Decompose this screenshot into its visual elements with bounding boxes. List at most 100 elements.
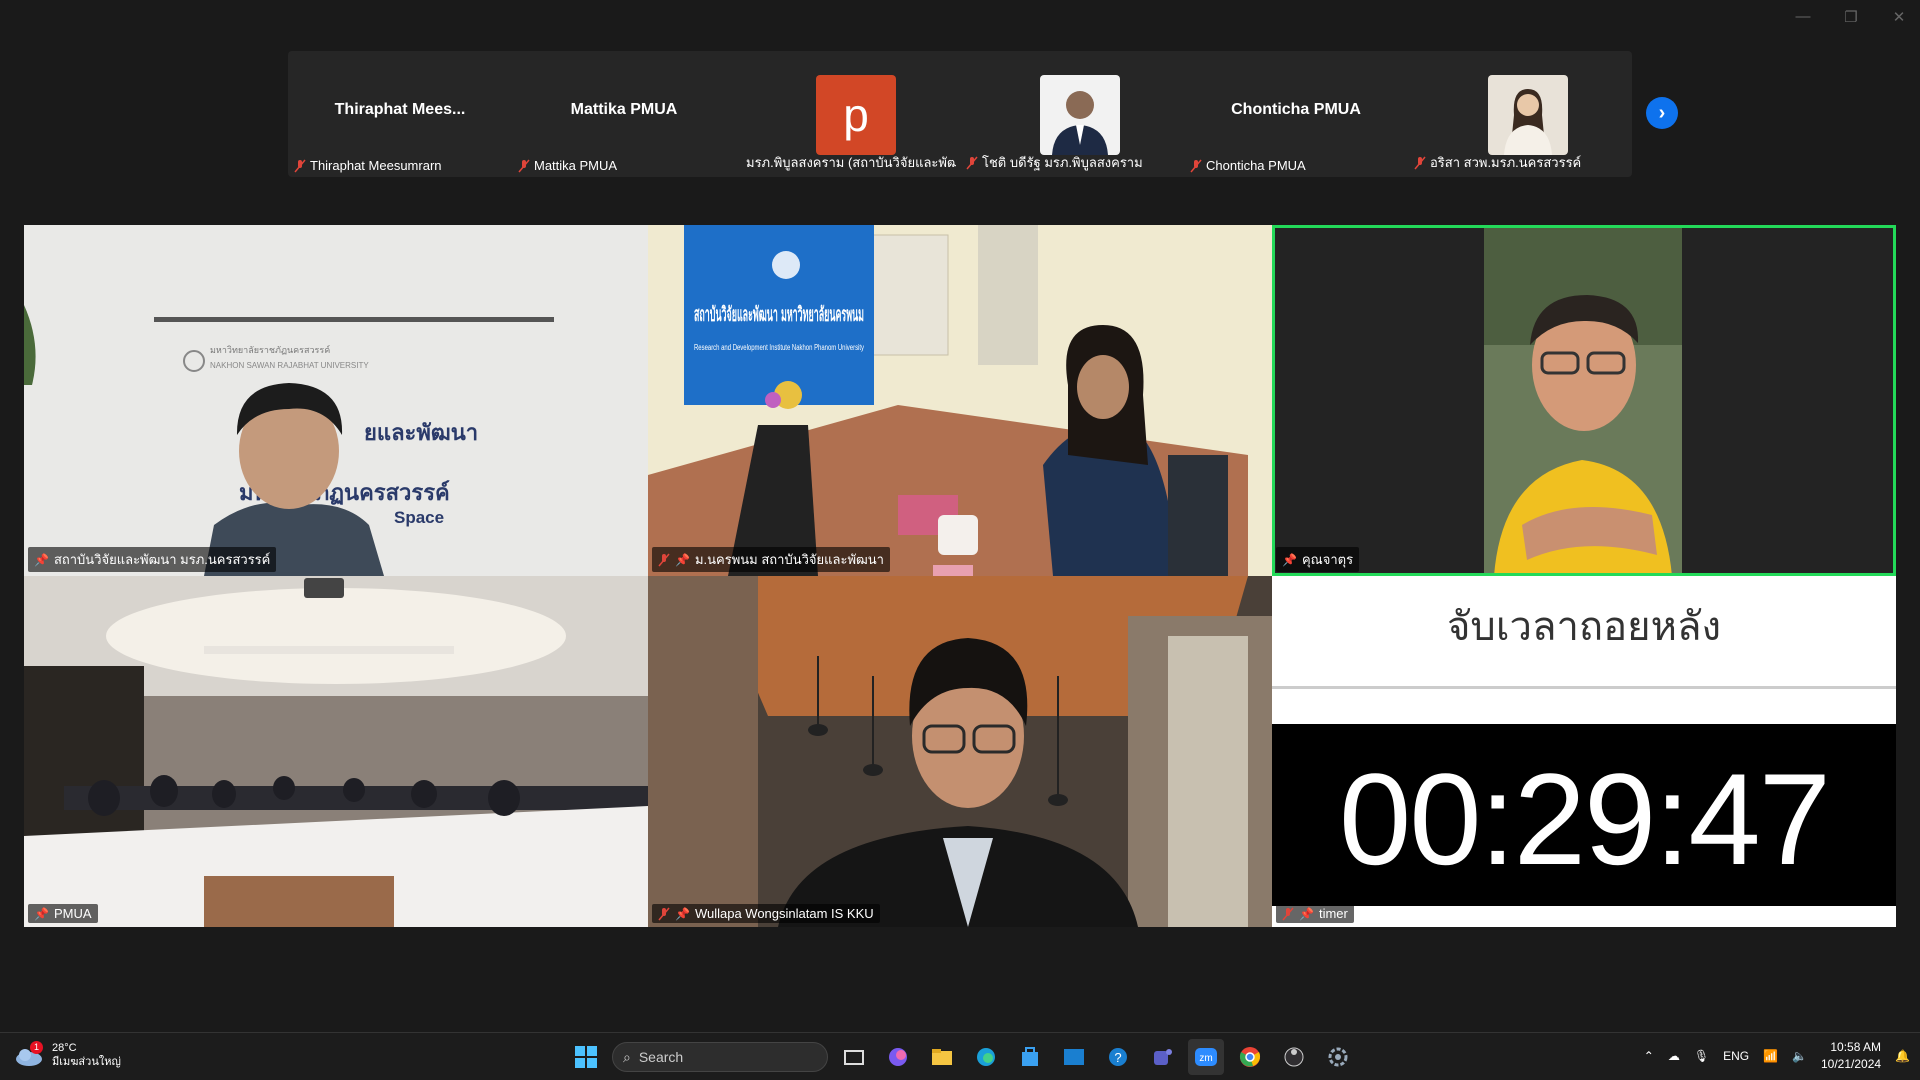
video-feed [24, 576, 648, 927]
notification-badge: 1 [30, 1041, 43, 1054]
cloud-icon: 1 [14, 1041, 44, 1067]
edge-browser-icon[interactable] [968, 1039, 1004, 1075]
countdown-display: 00:29:47 [1338, 746, 1831, 892]
pin-icon: 📌 [34, 552, 49, 567]
avatar [1488, 75, 1568, 155]
video-tile[interactable]: 📌 Wullapa Wongsinlatam IS KKU [648, 576, 1272, 927]
participant-display-name: Chonticha PMUA [1231, 101, 1361, 118]
teams-icon[interactable] [1144, 1039, 1180, 1075]
wall-uni-text: NAKHON SAWAN RAJABHAT UNIVERSITY [210, 361, 369, 370]
pin-icon: 📌 [34, 906, 49, 921]
tile-label: PMUA [53, 906, 92, 921]
system-tray: ⌃ ☁ 🎙 ENG 📶 🔈 10:58 AM 10/21/2024 🔔 [1644, 1039, 1910, 1073]
tile-label: timer [1318, 906, 1348, 921]
participant-label: อริสา สวพ.มรภ.นครสวรรค์ [1430, 155, 1582, 170]
tile-label: Wullapa Wongsinlatam IS KKU [694, 906, 874, 921]
pin-icon: 📌 [675, 906, 690, 921]
restore-button[interactable]: ❐ [1842, 8, 1860, 26]
clock-time: 10:58 AM [1830, 1040, 1882, 1054]
mic-muted-icon [518, 159, 530, 172]
window-controls: — ❐ ✕ [1794, 8, 1908, 26]
pin-icon: 📌 [1282, 552, 1297, 567]
notification-bell-icon[interactable]: 🔔 [1895, 1049, 1910, 1063]
video-feed: สถาบันวิจัยและพัฒนา มหาวิทยาลัยนครพนม Re… [648, 225, 1272, 576]
wall-text-1: ยและพัฒนา [364, 421, 478, 446]
video-tile[interactable]: มหาวิทยาลัยราชภัฏนครสวรรค์ NAKHON SAWAN … [24, 225, 648, 576]
minimize-button[interactable]: — [1794, 8, 1812, 26]
participant-tile[interactable]: อริสา สวพ.มรภ.นครสวรรค์ [1408, 51, 1632, 177]
timer-title: จับเวลาถอยหลัง [1446, 604, 1722, 650]
avatar [1040, 75, 1120, 155]
participant-display-name: Mattika PMUA [570, 101, 678, 118]
taskbar-apps: ⌕ Search ? zm [568, 1039, 1356, 1075]
avatar: p [816, 75, 896, 155]
pin-icon: 📌 [1299, 906, 1314, 921]
participant-tile[interactable]: Thiraphat Mees... Thiraphat Meesumrarn [288, 51, 512, 177]
copilot-icon[interactable] [880, 1039, 916, 1075]
mic-muted-icon [1190, 159, 1202, 172]
weather-widget[interactable]: 1 28°C มีเมฆส่วนใหญ่ [14, 1041, 121, 1069]
file-explorer-icon[interactable] [924, 1039, 960, 1075]
video-feed: มหาวิทยาลัยราชภัฏนครสวรรค์ NAKHON SAWAN … [24, 225, 648, 576]
settings-icon[interactable] [1320, 1039, 1356, 1075]
chrome-icon[interactable] [1232, 1039, 1268, 1075]
video-tile[interactable]: สถาบันวิจัยและพัฒนา มหาวิทยาลัยนครพนม Re… [648, 225, 1272, 576]
wifi-icon[interactable]: 📶 [1763, 1049, 1778, 1063]
mic-muted-icon [966, 156, 978, 169]
help-icon[interactable]: ? [1100, 1039, 1136, 1075]
language-indicator[interactable]: ENG [1723, 1049, 1749, 1063]
participant-display-name: Thiraphat Mees... [334, 101, 466, 118]
close-button[interactable]: ✕ [1890, 8, 1908, 26]
banner-subtitle: Research and Development Institute Nakho… [694, 343, 864, 352]
microphone-icon[interactable]: 🎙 [1694, 1049, 1709, 1063]
chevron-up-icon[interactable]: ⌃ [1644, 1049, 1654, 1063]
participant-label: Mattika PMUA [534, 158, 618, 173]
wall-text-3: Space [394, 508, 444, 527]
clock[interactable]: 10:58 AM 10/21/2024 [1821, 1039, 1881, 1073]
participant-label: มรภ.พิบูลสงคราม (สถาบันวิจัยและพัฒ... [746, 155, 956, 170]
windows-start-icon[interactable] [568, 1039, 604, 1075]
task-view-icon[interactable] [836, 1039, 872, 1075]
weather-desc: มีเมฆส่วนใหญ่ [52, 1056, 121, 1068]
mic-muted-icon [1414, 156, 1426, 169]
svg-text:?: ? [1114, 1050, 1121, 1065]
participant-label: Thiraphat Meesumrarn [310, 158, 442, 173]
svg-text:zm: zm [1199, 1053, 1212, 1064]
participant-tile[interactable]: Mattika PMUA Mattika PMUA [512, 51, 736, 177]
windows-taskbar: 1 28°C มีเมฆส่วนใหญ่ ⌕ Search ? zm ⌃ ☁ 🎙… [0, 1032, 1920, 1080]
tile-label: ม.นครพนม สถาบันวิจัยและพัฒนา [694, 552, 884, 567]
search-placeholder: Search [638, 1049, 684, 1065]
participant-label: โชติ บดีรัฐ มรภ.พิบูลสงคราม [982, 155, 1143, 170]
banner-title: สถาบันวิจัยและพัฒนา มหาวิทยาลัยนครพนม [694, 302, 864, 326]
mic-muted-icon [1282, 907, 1294, 920]
wall-sign-text: มหาวิทยาลัยราชภัฏนครสวรรค์ [210, 344, 330, 356]
video-tile-timer[interactable]: จับเวลาถอยหลัง 00:29:47 📌 timer [1272, 576, 1896, 927]
mic-muted-icon [294, 159, 306, 172]
participant-label: Chonticha PMUA [1206, 158, 1306, 173]
weather-temp: 28°C [52, 1042, 77, 1054]
store-icon[interactable] [1012, 1039, 1048, 1075]
tile-label: คุณจาตุร [1301, 552, 1354, 567]
video-feed [1272, 225, 1896, 576]
participant-filmstrip: Thiraphat Mees... Thiraphat Meesumrarn M… [288, 51, 1632, 177]
participant-tile[interactable]: โชติ บดีรัฐ มรภ.พิบูลสงคราม [960, 51, 1184, 177]
zoom-window: — ❐ ✕ Thiraphat Mees... Thiraphat Meesum… [0, 0, 1920, 1032]
obs-icon[interactable] [1276, 1039, 1312, 1075]
mic-muted-icon [658, 553, 670, 566]
pin-icon: 📌 [675, 552, 690, 567]
video-tile[interactable]: 📌 PMUA [24, 576, 648, 927]
video-tile-active-speaker[interactable]: 📌 คุณจาตุร [1272, 225, 1896, 576]
zoom-app-icon[interactable]: zm [1188, 1039, 1224, 1075]
participant-tile[interactable]: p มรภ.พิบูลสงคราม (สถาบันวิจัยและพัฒ... [736, 51, 960, 177]
participant-tile[interactable]: Chonticha PMUA Chonticha PMUA [1184, 51, 1408, 177]
next-page-button[interactable]: › [1646, 97, 1678, 129]
mic-muted-icon [658, 907, 670, 920]
clock-date: 10/21/2024 [1820, 1057, 1882, 1071]
video-feed [648, 576, 1272, 927]
video-grid: มหาวิทยาลัยราชภัฏนครสวรรค์ NAKHON SAWAN … [24, 225, 1896, 927]
cloud-sync-icon[interactable]: ☁ [1668, 1049, 1680, 1063]
tile-label: สถาบันวิจัยและพัฒนา มรภ.นครสวรรค์ [53, 552, 271, 567]
speaker-icon[interactable]: 🔈 [1792, 1049, 1807, 1063]
hp-app-icon[interactable] [1056, 1039, 1092, 1075]
taskbar-search[interactable]: ⌕ Search [612, 1042, 828, 1072]
